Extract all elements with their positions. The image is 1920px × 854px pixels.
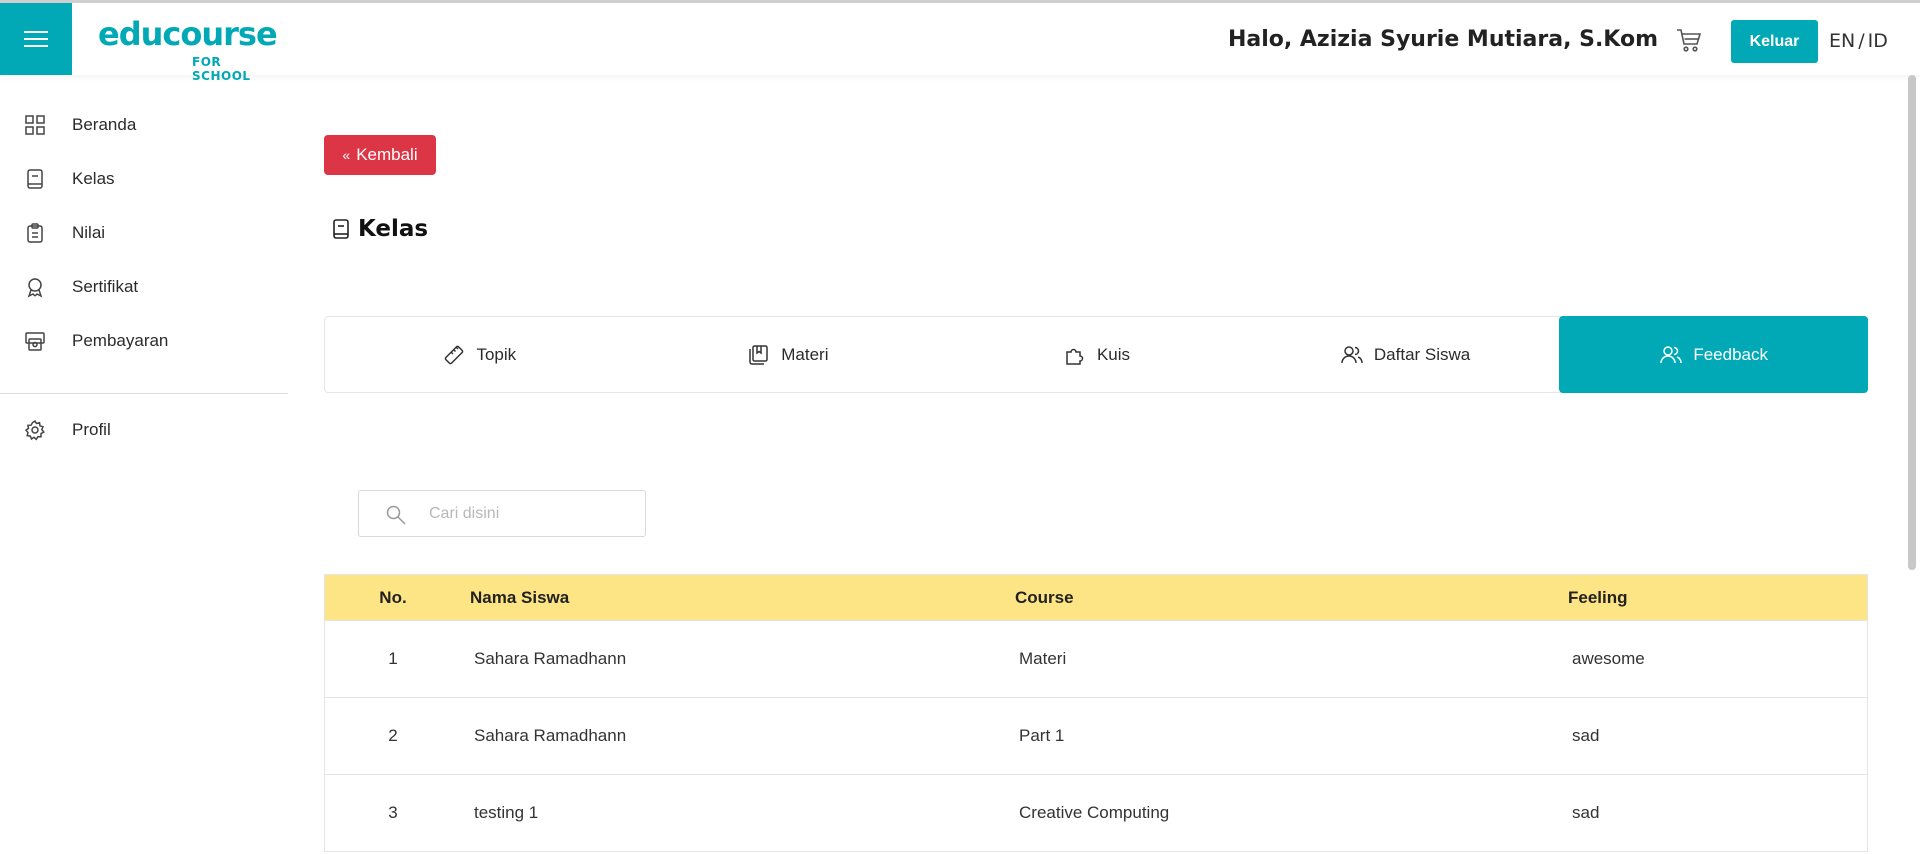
cell-no: 3 <box>388 803 398 822</box>
language-switcher: EN / ID <box>1829 30 1888 52</box>
logo[interactable]: educourse FOR SCHOOL <box>96 11 278 83</box>
sidebar-item-nilai[interactable]: Nilai <box>0 211 288 255</box>
tab-materi[interactable]: Materi <box>634 317 943 392</box>
sidebar-item-label: Sertifikat <box>72 277 139 296</box>
column-header-nama-siswa: Nama Siswa <box>470 587 570 607</box>
sidebar-item-label: Kelas <box>72 169 115 188</box>
column-header-no: No. <box>379 587 407 607</box>
sidebar-item-label: Beranda <box>72 115 137 134</box>
cell-no: 1 <box>388 649 398 668</box>
users-icon <box>1660 345 1683 363</box>
tab-label: Feedback <box>1693 344 1768 364</box>
clipboard-icon <box>27 223 43 243</box>
feedback-table: No. Nama Siswa Course Feeling 1 Sahara R… <box>324 574 1868 852</box>
cell-course: Creative Computing <box>1019 803 1170 822</box>
book-icon <box>27 169 43 189</box>
gear-icon <box>24 419 45 441</box>
logout-button[interactable]: Keluar <box>1731 20 1818 63</box>
cell-nama-siswa: Sahara Ramadhann <box>474 649 627 668</box>
sidebar-item-profil[interactable]: Profil <box>0 408 288 452</box>
search-icon <box>386 505 406 525</box>
table-row: 3 testing 1 Creative Computing sad <box>325 774 1867 851</box>
logo-main-text: educourse <box>98 15 278 53</box>
tab-feedback[interactable]: Feedback <box>1559 316 1868 393</box>
cell-course: Part 1 <box>1019 726 1065 745</box>
search-input[interactable] <box>429 501 629 527</box>
puzzle-icon <box>1066 348 1084 365</box>
sidebar-item-label: Profil <box>72 420 111 439</box>
sidebar-item-label: Pembayaran <box>72 331 169 350</box>
lang-id-option[interactable]: ID <box>1868 30 1888 52</box>
payment-icon <box>25 332 45 351</box>
tab-kuis[interactable]: Kuis <box>942 317 1251 392</box>
top-bar: educourse FOR SCHOOL Halo, Azizia Syurie… <box>0 0 1920 83</box>
lang-separator: / <box>1858 30 1865 52</box>
hamburger-menu-button[interactable] <box>0 3 72 75</box>
tab-daftar-siswa[interactable]: Daftar Siswa <box>1251 317 1560 392</box>
sidebar: Beranda Kelas Nilai Sertifikat Pembayara… <box>0 75 288 854</box>
search-box <box>358 490 646 537</box>
grid-icon <box>25 115 45 135</box>
tab-label: Kuis <box>1096 344 1131 364</box>
column-header-feeling: Feeling <box>1568 587 1628 607</box>
back-button-label: Kembali <box>356 145 418 164</box>
page-title: Kelas <box>332 216 428 242</box>
cell-feeling: awesome <box>1572 649 1645 668</box>
cell-feeling: sad <box>1572 726 1600 745</box>
table-header: No. Nama Siswa Course Feeling <box>325 575 1867 620</box>
cell-feeling: sad <box>1572 803 1600 822</box>
back-button[interactable]: « Kembali <box>324 135 436 175</box>
tab-label: Daftar Siswa <box>1373 344 1471 364</box>
lang-en-option[interactable]: EN <box>1829 30 1855 52</box>
book-icon <box>333 219 349 239</box>
user-greeting: Halo, Azizia Syurie Mutiara, S.Kom <box>1227 27 1658 52</box>
sidebar-item-sertifikat[interactable]: Sertifikat <box>0 265 288 309</box>
sidebar-item-pembayaran[interactable]: Pembayaran <box>0 319 288 363</box>
cell-no: 2 <box>388 726 398 745</box>
column-header-course: Course <box>1015 587 1074 607</box>
cell-nama-siswa: Sahara Ramadhann <box>474 726 627 745</box>
book-stack-icon <box>749 344 769 365</box>
sidebar-item-beranda[interactable]: Beranda <box>0 103 288 147</box>
page-scrollbar[interactable] <box>1908 75 1916 570</box>
award-icon <box>27 278 43 298</box>
class-tabs: Topik Materi Kuis Daftar Siswa Feedback <box>324 316 1868 393</box>
cell-course: Materi <box>1019 649 1067 668</box>
tab-topik[interactable]: Topik <box>325 317 634 392</box>
cart-icon[interactable] <box>1676 27 1702 53</box>
page-title-text: Kelas <box>358 216 429 242</box>
menu-icon <box>24 31 48 47</box>
table-row: 2 Sahara Ramadhann Part 1 sad <box>325 697 1867 774</box>
users-icon <box>1341 345 1363 363</box>
sidebar-item-label: Nilai <box>72 223 106 242</box>
table-row: 1 Sahara Ramadhann Materi awesome <box>325 620 1867 697</box>
double-chevron-left-icon: « <box>342 147 351 163</box>
tab-label: Topik <box>476 344 517 364</box>
sidebar-item-kelas[interactable]: Kelas <box>0 157 288 201</box>
tab-label: Materi <box>781 344 829 364</box>
cell-nama-siswa: testing 1 <box>474 803 539 822</box>
sidebar-divider <box>0 393 288 394</box>
ruler-icon <box>445 345 464 364</box>
